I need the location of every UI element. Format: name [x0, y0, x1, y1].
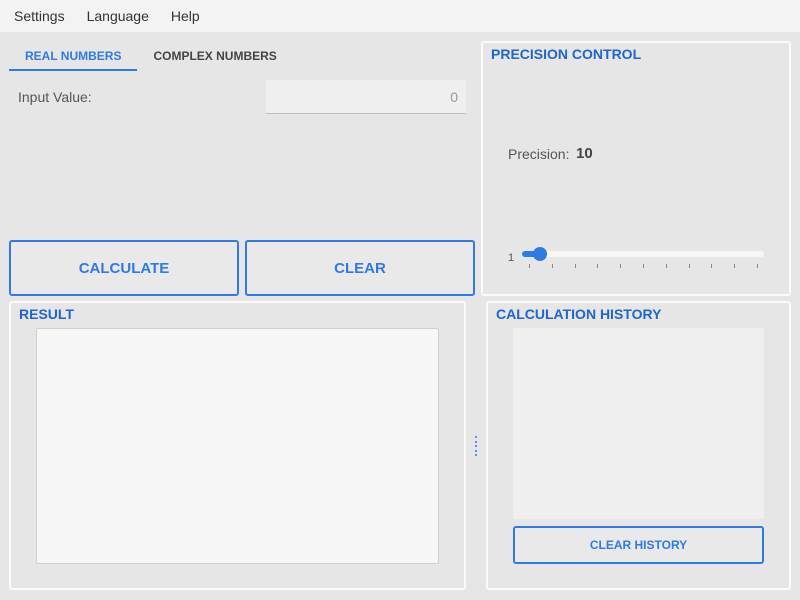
tab-complex-numbers[interactable]: COMPLEX NUMBERS	[137, 42, 292, 71]
slider-tick	[734, 264, 736, 268]
splitter-dot	[475, 445, 477, 447]
clear-button[interactable]: CLEAR	[245, 240, 475, 296]
history-list[interactable]	[513, 328, 764, 519]
input-value-field[interactable]	[266, 80, 466, 114]
tab-real-numbers[interactable]: REAL NUMBERS	[9, 42, 138, 71]
menu-language[interactable]: Language	[76, 8, 160, 24]
calculation-history-title: CALCULATION HISTORY	[496, 306, 662, 322]
splitter-dot	[475, 440, 477, 443]
menu-settings[interactable]: Settings	[0, 8, 76, 24]
splitter-dot	[475, 436, 477, 438]
precision-slider[interactable]	[522, 247, 764, 261]
slider-min-label: 1	[508, 252, 515, 264]
panel-splitter-handle[interactable]	[473, 436, 479, 456]
slider-tick	[574, 264, 576, 268]
precision-control-panel	[481, 41, 791, 296]
slider-tick	[665, 264, 667, 268]
result-display	[36, 328, 439, 564]
slider-tick	[620, 264, 622, 268]
slider-tick	[757, 264, 758, 268]
slider-tick	[711, 264, 713, 268]
splitter-dot	[475, 454, 477, 456]
precision-slider-thumb[interactable]	[533, 247, 547, 261]
input-value-label: Input Value:	[18, 89, 92, 105]
precision-control-title: PRECISION CONTROL	[491, 46, 642, 62]
menu-help[interactable]: Help	[160, 8, 211, 24]
slider-tick	[551, 264, 553, 268]
number-mode-tabs: REAL NUMBERS COMPLEX NUMBERS	[9, 42, 293, 71]
splitter-dot	[475, 449, 477, 452]
slider-tick	[529, 264, 530, 268]
clear-history-button[interactable]: CLEAR HISTORY	[513, 526, 764, 564]
slider-tick	[597, 264, 599, 268]
calculate-button[interactable]: CALCULATE	[9, 240, 239, 296]
precision-value: 10	[576, 145, 593, 162]
slider-tick	[643, 264, 644, 268]
result-title: RESULT	[19, 306, 74, 322]
slider-tick	[688, 264, 690, 268]
menu-bar: Settings Language Help	[0, 0, 800, 32]
precision-label: Precision:	[508, 146, 570, 162]
